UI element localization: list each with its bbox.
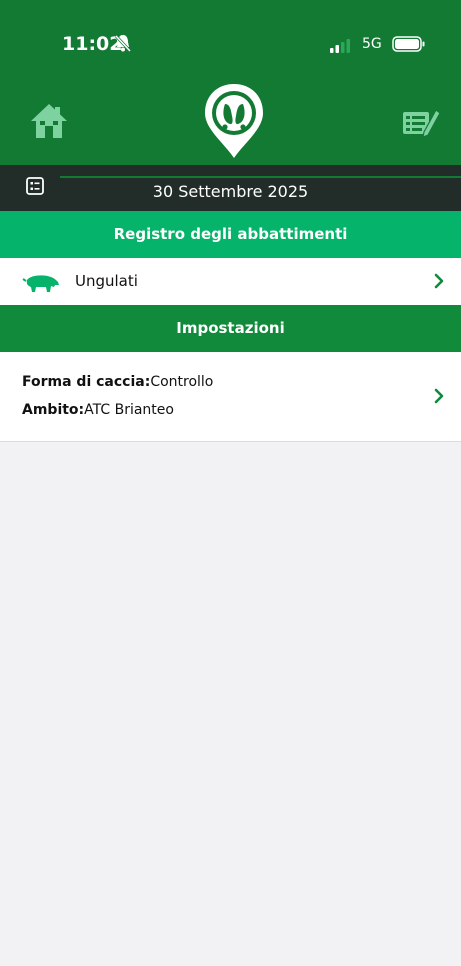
register-item-ungulati[interactable]: Ungulati bbox=[0, 258, 461, 305]
register-section-header: Registro degli abbattimenti bbox=[0, 211, 461, 258]
boar-icon bbox=[22, 275, 60, 292]
battery-icon bbox=[392, 36, 425, 52]
area-value: ATC Brianteo bbox=[84, 402, 174, 418]
chevron-right-icon bbox=[434, 273, 444, 289]
chevron-right-icon bbox=[434, 388, 444, 404]
bell-off-icon bbox=[114, 34, 132, 53]
hunt-settings-row[interactable]: Forma di caccia:Controllo Ambito:ATC Bri… bbox=[0, 352, 461, 442]
date-bar-accent-line bbox=[60, 176, 461, 178]
register-item-label: Ungulati bbox=[75, 272, 138, 290]
hunt-form-label: Forma di caccia: bbox=[22, 374, 151, 390]
network-type: 5G bbox=[362, 36, 382, 52]
settings-section-header: Impostazioni bbox=[0, 305, 461, 352]
hoofprint-pin-logo bbox=[205, 84, 263, 158]
home-icon[interactable] bbox=[29, 101, 69, 141]
app-header: 11:02 5G bbox=[0, 0, 461, 165]
hunt-form-line: Forma di caccia:Controllo bbox=[22, 374, 213, 390]
hunt-form-value: Controllo bbox=[150, 374, 214, 390]
current-date: 30 Settembre 2025 bbox=[152, 182, 309, 201]
area-line: Ambito:ATC Brianteo bbox=[22, 402, 174, 418]
area-label: Ambito: bbox=[22, 402, 85, 418]
signal-icon bbox=[330, 39, 350, 53]
edit-register-icon[interactable] bbox=[402, 107, 440, 139]
